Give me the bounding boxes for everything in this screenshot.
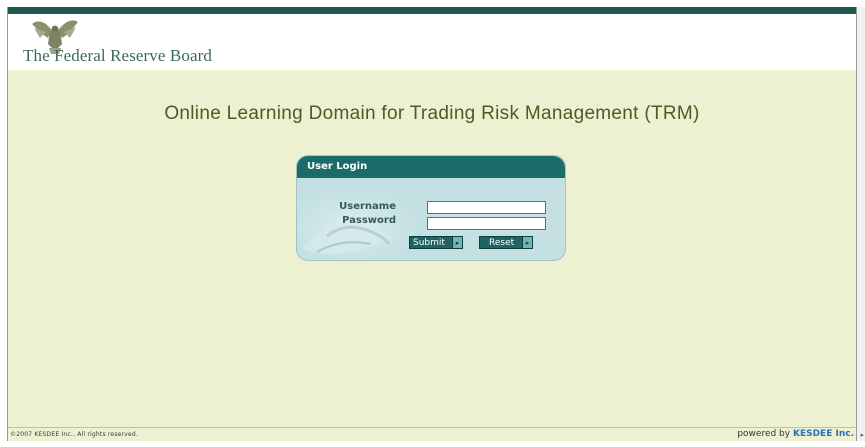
powered-prefix: powered by bbox=[737, 429, 791, 439]
username-label: Username bbox=[339, 201, 396, 212]
login-panel: User Login Username Password Submit ▸ Re… bbox=[296, 155, 566, 261]
org-name: The Federal Reserve Board bbox=[23, 46, 212, 65]
header: The Federal Reserve Board bbox=[8, 14, 856, 70]
login-header: User Login bbox=[297, 156, 565, 178]
reset-label: Reset bbox=[489, 237, 515, 248]
username-input[interactable] bbox=[427, 201, 546, 214]
powered-by: powered by KESDEE Inc. bbox=[737, 429, 854, 439]
arrow-right-icon: ▸ bbox=[522, 237, 532, 248]
scrollbar[interactable]: ▸ bbox=[857, 7, 865, 441]
reset-button[interactable]: Reset ▸ bbox=[479, 236, 533, 249]
submit-button[interactable]: Submit ▸ bbox=[409, 236, 463, 249]
login-title: User Login bbox=[307, 161, 368, 172]
page-frame: The Federal Reserve Board Online Learnin… bbox=[7, 7, 857, 441]
password-input[interactable] bbox=[427, 217, 546, 230]
footer: ©2007 KESDEE Inc.. All rights reserved. … bbox=[8, 427, 856, 441]
powered-brand-link[interactable]: KESDEE Inc. bbox=[793, 429, 854, 439]
scroll-down-icon[interactable]: ▸ bbox=[860, 431, 864, 439]
arrow-right-icon: ▸ bbox=[452, 237, 462, 248]
fed-logo[interactable]: The Federal Reserve Board bbox=[20, 18, 260, 68]
copyright-text: ©2007 KESDEE Inc.. All rights reserved. bbox=[10, 431, 138, 438]
top-bar bbox=[8, 7, 856, 14]
page-title: Online Learning Domain for Trading Risk … bbox=[164, 103, 700, 124]
password-label: Password bbox=[342, 215, 396, 226]
submit-label: Submit bbox=[413, 237, 445, 248]
